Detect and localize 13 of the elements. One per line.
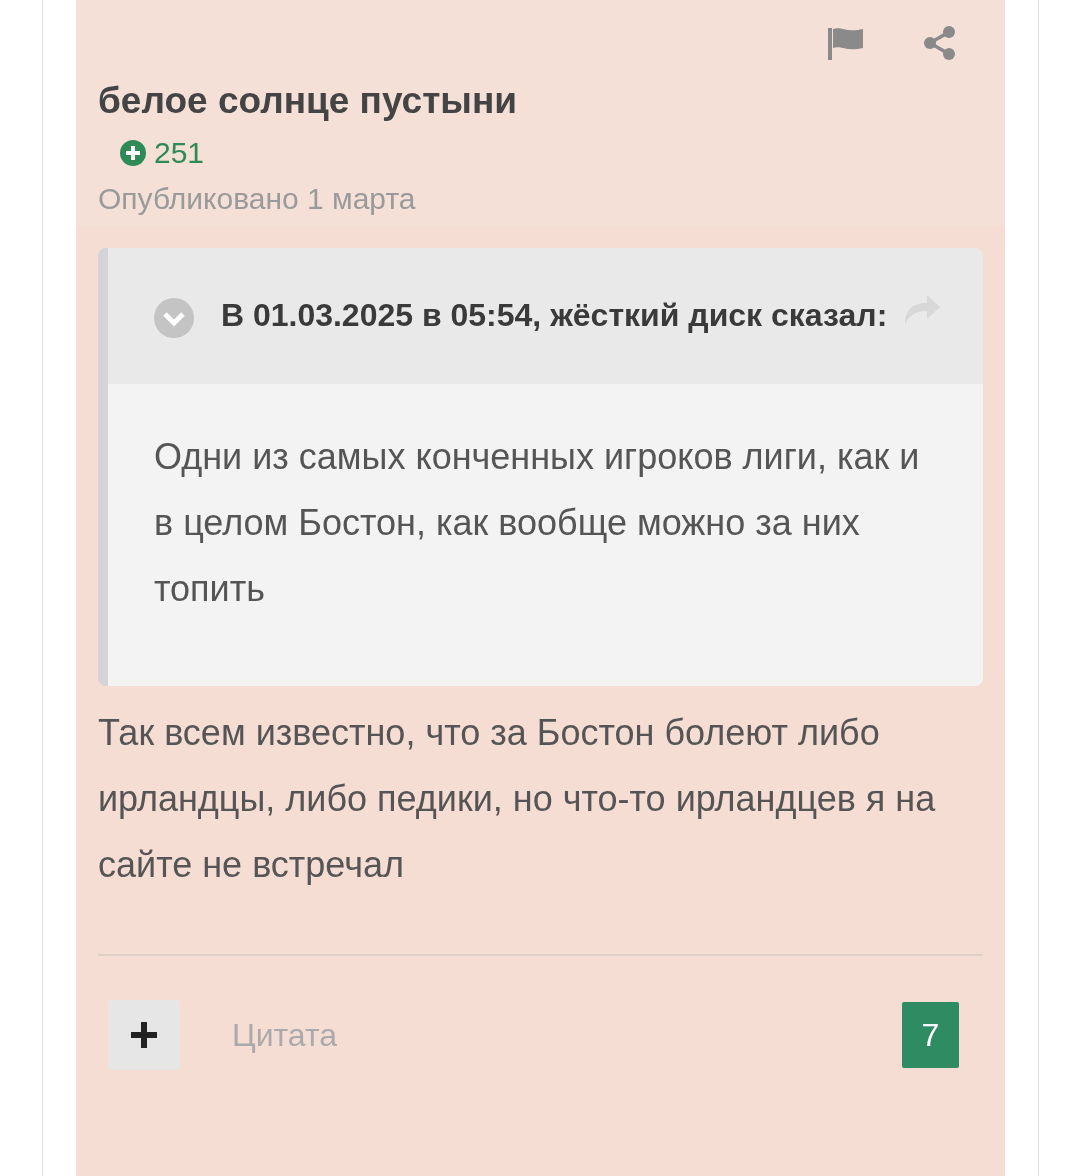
plus-circle-icon xyxy=(120,140,146,166)
share-icon[interactable] xyxy=(923,26,957,60)
reputation-count: 251 xyxy=(154,136,205,170)
post-date: Опубликовано 1 марта xyxy=(98,182,417,216)
quote-text: Одни из самых конченных игроков лиги, как и в целом Бостон, как вообще можно за них топить xyxy=(108,384,983,686)
reaction-count: 7 xyxy=(902,1002,959,1068)
quote-citation: В 01.03.2025 в 05:54, жёсткий диск сказал: xyxy=(220,297,888,333)
plus-icon xyxy=(129,1020,159,1050)
post-text: Так всем известно, что за Бостон болеют либо ирландцы, либо педики, но что-то ирландцев я на сайте не встречал xyxy=(98,711,937,887)
flag-icon[interactable] xyxy=(827,26,865,60)
add-reaction-button[interactable] xyxy=(108,1000,180,1070)
chevron-down-icon[interactable] xyxy=(154,297,194,338)
author-name[interactable]: белое солнце пустыни xyxy=(98,80,983,122)
